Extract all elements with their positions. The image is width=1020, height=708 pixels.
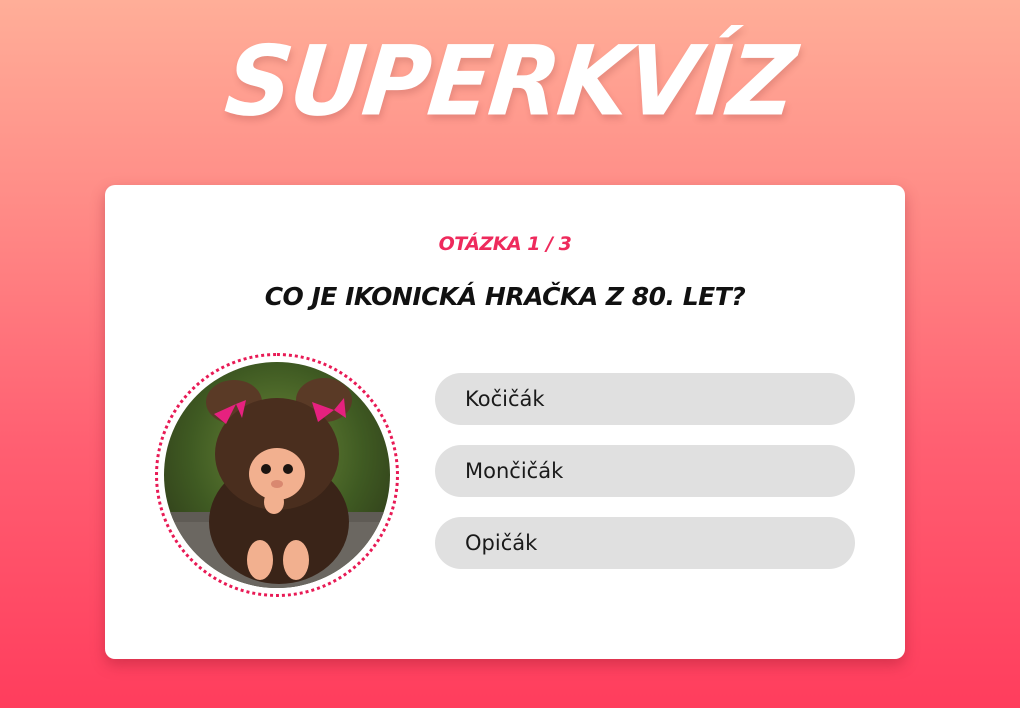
question-text: Co je ikonická hračka z 80. let? [264,282,746,311]
question-image-frame [155,353,399,597]
answer-option-3[interactable]: Opičák [435,517,855,569]
quiz-card: Otázka 1 / 3 Co je ikonická hračka z 80.… [105,185,905,659]
monkey-toy-illustration [164,362,390,588]
question-counter: Otázka 1 / 3 [438,233,572,255]
answer-option-2[interactable]: Mončičák [435,445,855,497]
question-image [164,362,390,588]
answer-option-1[interactable]: Kočičák [435,373,855,425]
answer-list: Kočičák Mončičák Opičák [435,373,855,589]
app-logo: SUPERKVÍZ [220,25,800,138]
